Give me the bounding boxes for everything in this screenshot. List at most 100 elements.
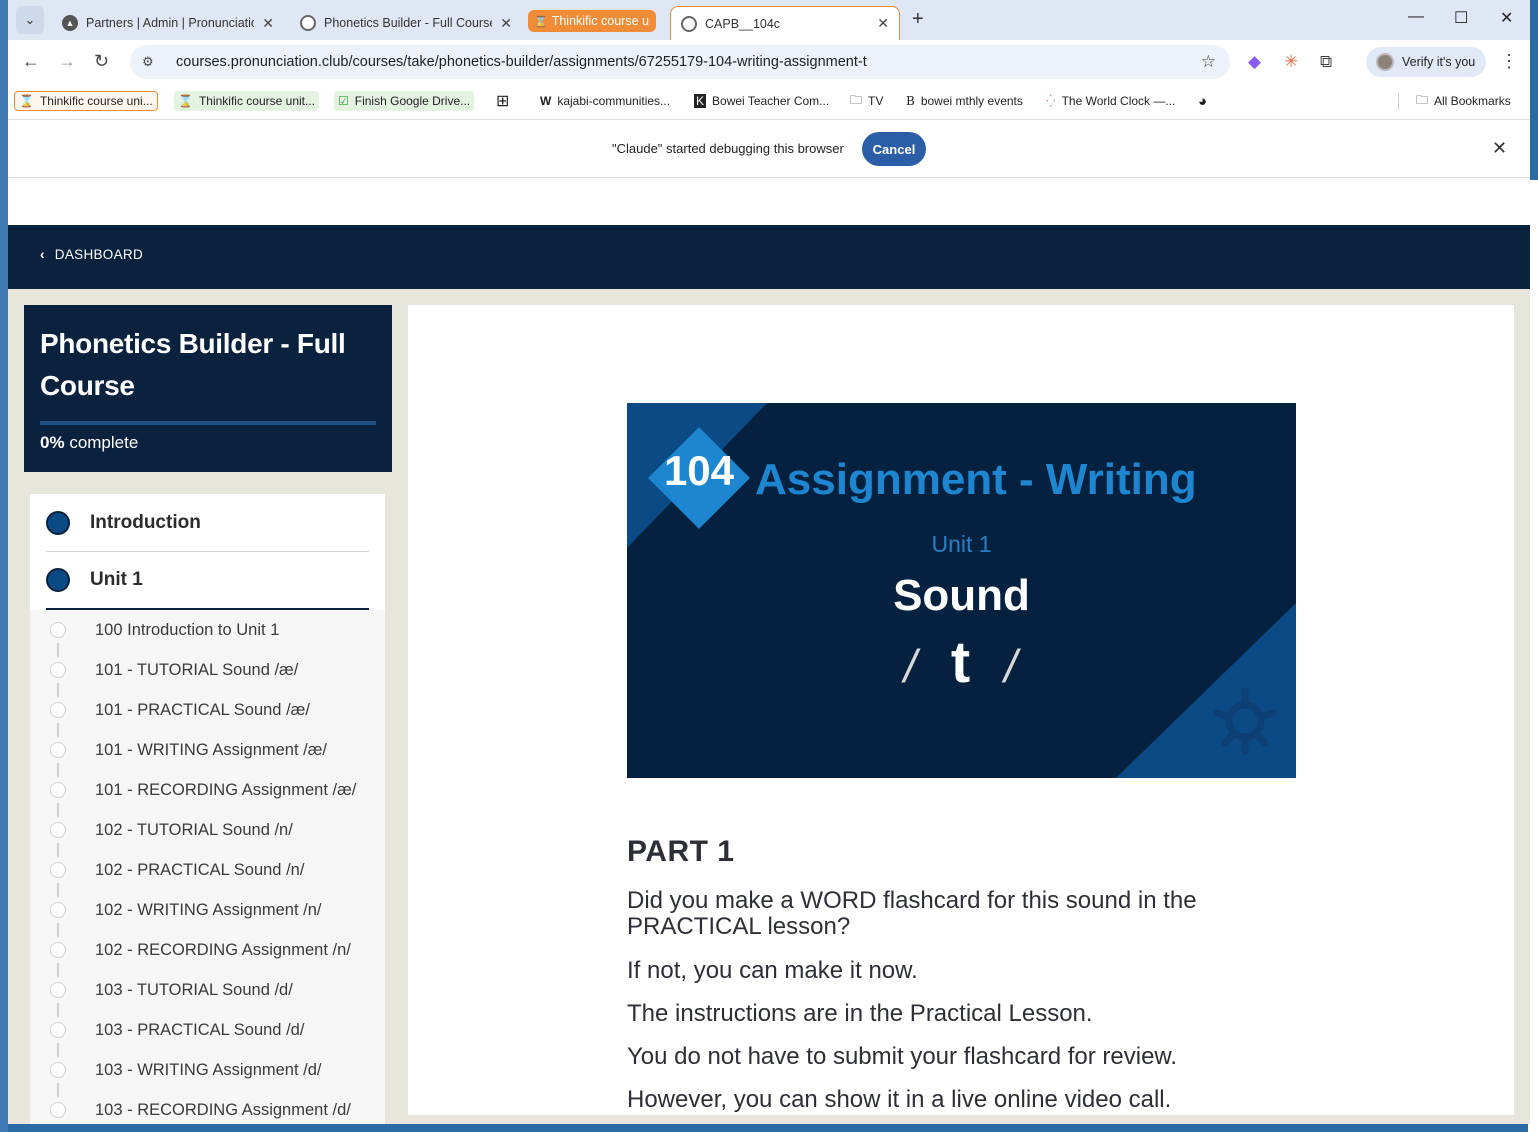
bookmark-item[interactable]: ⌛ Thinkific course unit... <box>174 91 319 111</box>
lesson-title: 101 - RECORDING Assignment /æ/ <box>95 780 357 799</box>
lesson-item[interactable]: 102 - PRACTICAL Sound /n/ <box>30 843 385 890</box>
dashboard-label: DASHBOARD <box>54 247 144 262</box>
lesson-connector <box>57 963 59 977</box>
minimize-button[interactable]: — <box>1408 8 1424 26</box>
debugging-infobar: "Claude" started debugging this browser … <box>8 120 1530 178</box>
maximize-button[interactable]: ☐ <box>1454 8 1468 28</box>
close-icon[interactable]: ✕ <box>1492 138 1507 159</box>
lesson-title: 102 - PRACTICAL Sound /n/ <box>95 860 305 879</box>
progress-bar <box>40 421 376 425</box>
lesson-connector <box>57 923 59 937</box>
lesson-connector <box>57 803 59 817</box>
bookmark-label: Thinkific course uni... <box>39 94 153 108</box>
lesson-item[interactable]: 101 - TUTORIAL Sound /æ/ <box>30 643 385 690</box>
lesson-status-icon <box>50 1022 66 1038</box>
lesson-item[interactable]: 103 - TUTORIAL Sound /d/ <box>30 963 385 1010</box>
extension-gem-icon[interactable]: ◆ <box>1248 52 1261 72</box>
lesson-status-icon <box>50 982 66 998</box>
lesson-status-icon <box>50 742 66 758</box>
close-icon[interactable]: ✕ <box>877 15 889 32</box>
paragraph: However, you can show it in a live onlin… <box>627 1086 1172 1113</box>
lesson-title: 102 - RECORDING Assignment /n/ <box>95 940 351 959</box>
phoneme-letter: t <box>950 630 973 695</box>
bookmark-item[interactable]: Bbowei mthly events <box>902 91 1027 111</box>
bookmark-item[interactable]: Wkajabi-communities... <box>536 91 674 111</box>
hourglass-icon: ⌛ <box>178 94 193 108</box>
new-tab-button[interactable]: + <box>912 8 924 31</box>
reload-icon[interactable]: ↻ <box>94 51 109 72</box>
lesson-status-icon <box>50 622 66 638</box>
bookmark-item[interactable]: ⌛ Thinkific course uni... <box>14 91 158 111</box>
dashboard-link[interactable]: ‹ DASHBOARD <box>40 247 143 262</box>
cancel-debugging-button[interactable]: Cancel <box>862 132 926 166</box>
lesson-item[interactable]: 103 - WRITING Assignment /d/ <box>30 1043 385 1090</box>
bookmark-item[interactable]: ⁛ The World Clock —... <box>1042 91 1179 111</box>
extensions-puzzle-icon[interactable]: ⧉ <box>1320 52 1332 72</box>
tab-strip: ⌄ ▲ Partners | Admin | Pronunciation ✕ P… <box>8 0 1530 40</box>
tab-capb-104c[interactable]: CAPB__104c ✕ <box>670 6 900 40</box>
bookmarks-bar: ⌛ Thinkific course uni... ⌛ Thinkific cour… <box>8 84 1530 120</box>
back-arrow-icon[interactable]: ← <box>22 51 40 72</box>
lesson-item[interactable]: 102 - WRITING Assignment /n/ <box>30 883 385 930</box>
lesson-connector <box>57 723 59 737</box>
lesson-item[interactable]: 101 - RECORDING Assignment /æ/ <box>30 763 385 810</box>
bookmark-label: kajabi-communities... <box>557 94 671 108</box>
tab-search-button[interactable]: ⌄ <box>16 6 44 34</box>
clock-dots-icon: ⁛ <box>1046 94 1056 108</box>
lesson-item[interactable]: 102 - RECORDING Assignment /n/ <box>30 923 385 970</box>
w-logo-icon: W <box>540 94 552 108</box>
close-window-button[interactable]: ✕ <box>1500 8 1513 28</box>
lesson-status-icon <box>50 822 66 838</box>
all-bookmarks-button[interactable]: 🗀 All Bookmarks <box>1412 91 1515 111</box>
hourglass-icon: ⌛ <box>534 15 548 28</box>
close-icon[interactable]: ✕ <box>262 15 274 32</box>
lesson-item[interactable]: 103 - PRACTICAL Sound /d/ <box>30 1003 385 1050</box>
bookmark-star-icon[interactable]: ☆ <box>1201 52 1216 72</box>
chevron-left-icon: ‹ <box>40 247 45 262</box>
close-icon[interactable]: ✕ <box>500 15 512 32</box>
chapter-introduction[interactable]: Introduction <box>46 494 369 552</box>
bookmark-item[interactable]: ☑ Finish Google Drive... <box>334 91 475 111</box>
globe-bookmark-icon[interactable]: ◕ <box>1194 91 1211 111</box>
lesson-title: 101 - WRITING Assignment /æ/ <box>95 740 327 759</box>
globe-icon <box>681 15 697 32</box>
address-bar[interactable]: ⚙ courses.pronunciation.club/courses/tak… <box>130 45 1230 79</box>
lesson-content: 104 Assignment - Writing Unit 1 Sound / … <box>408 305 1514 1115</box>
banner-sound-label: Sound <box>893 571 1030 620</box>
lesson-title: 101 - PRACTICAL Sound /æ/ <box>95 700 310 719</box>
bookmark-label: Thinkific course unit... <box>198 94 315 108</box>
tab-phonetics-builder[interactable]: Phonetics Builder - Full Course ✕ <box>290 6 522 40</box>
bookmark-folder[interactable]: 🗀 TV <box>846 91 887 111</box>
bookmark-item[interactable]: K Bowei Teacher Com... <box>690 91 833 111</box>
lesson-item[interactable]: 101 - PRACTICAL Sound /æ/ <box>30 683 385 730</box>
claude-extension-icon[interactable]: ✳ <box>1284 52 1298 72</box>
browser-window: ⌄ ▲ Partners | Admin | Pronunciation ✕ P… <box>8 0 1530 1124</box>
lesson-title: 103 - TUTORIAL Sound /d/ <box>95 980 293 999</box>
lesson-connector <box>57 643 59 657</box>
lesson-item[interactable]: 100 Introduction to Unit 1 <box>30 610 385 650</box>
tab-partners-admin[interactable]: ▲ Partners | Admin | Pronunciation ✕ <box>52 6 284 40</box>
k-logo-icon: K <box>694 94 707 108</box>
forward-arrow-icon[interactable]: → <box>58 51 76 72</box>
lesson-status-icon <box>50 942 66 958</box>
lesson-title: 103 - RECORDING Assignment /d/ <box>95 1100 351 1119</box>
progress-percent: 0% <box>40 433 65 452</box>
partner-logo-icon: ▲ <box>62 15 78 31</box>
lesson-item[interactable]: 101 - WRITING Assignment /æ/ <box>30 723 385 770</box>
lesson-item[interactable]: 102 - TUTORIAL Sound /n/ <box>30 803 385 850</box>
lesson-title: 103 - PRACTICAL Sound /d/ <box>95 1020 305 1039</box>
chapter-status-icon <box>46 568 70 592</box>
assignment-banner: 104 Assignment - Writing Unit 1 Sound / … <box>627 403 1296 778</box>
chapter-label: Introduction <box>90 511 201 533</box>
paragraph: You do not have to submit your flashcard… <box>627 1043 1178 1070</box>
profile-button[interactable]: Verify it's you <box>1366 47 1486 77</box>
part-heading: PART 1 <box>627 835 735 868</box>
more-menu-icon[interactable]: ⋮ <box>1500 51 1518 72</box>
tab-thinkific-group[interactable]: ⌛ Thinkific course un <box>528 10 656 32</box>
desktop-background-left <box>0 0 8 1132</box>
apps-grid-icon[interactable]: ⊞ <box>492 91 513 111</box>
folder-icon: 🗀 <box>850 92 863 107</box>
site-settings-icon[interactable]: ⚙ <box>142 54 164 70</box>
lesson-item[interactable]: 103 - RECORDING Assignment /d/ <box>30 1083 385 1124</box>
chapter-unit-1[interactable]: Unit 1 <box>46 552 369 610</box>
